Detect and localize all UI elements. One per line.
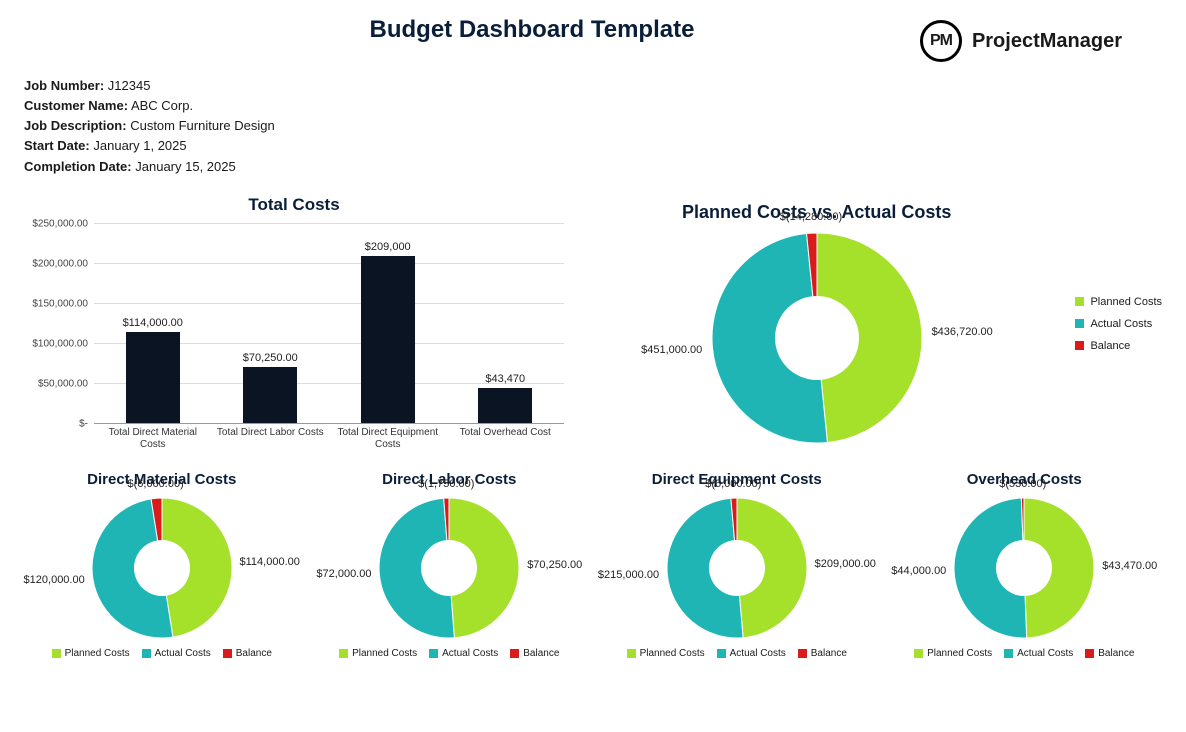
direct-material-legend: Planned Costs Actual Costs Balance — [24, 648, 300, 659]
job-meta: Job Number: J12345 Customer Name: ABC Co… — [24, 76, 1162, 177]
overhead-title: Overhead Costs — [887, 471, 1163, 488]
bar-1: $70,250.00 — [212, 352, 330, 423]
page-title: Budget Dashboard Template — [144, 16, 920, 44]
bar-3: $43,470 — [447, 373, 565, 423]
swatch-planned-icon — [1075, 297, 1084, 306]
legend-label-planned: Planned Costs — [1090, 296, 1162, 308]
customer-label: Customer Name: — [24, 98, 128, 113]
end-date: January 15, 2025 — [135, 159, 235, 174]
direct-labor-panel: Direct Labor Costs $70,250.00$72,000.00$… — [312, 471, 588, 659]
direct-equipment-donut: $209,000.00$215,000.00$(6,000.00) — [665, 496, 809, 640]
swatch-balance-icon — [1075, 341, 1084, 350]
bar-0: $114,000.00 — [94, 317, 212, 423]
total-costs-title: Total Costs — [24, 195, 564, 215]
direct-material-title: Direct Material Costs — [24, 471, 300, 488]
direct-equipment-legend: Planned Costs Actual Costs Balance — [599, 648, 875, 659]
direct-labor-legend: Planned Costs Actual Costs Balance — [312, 648, 588, 659]
legend-label-balance: Balance — [1090, 340, 1130, 352]
total-costs-panel: Total Costs $-$50,000.00$100,000.00$150,… — [24, 195, 564, 453]
job-number: J12345 — [108, 78, 151, 93]
overhead-legend: Planned Costs Actual Costs Balance — [887, 648, 1163, 659]
direct-equipment-title: Direct Equipment Costs — [599, 471, 875, 488]
swatch-actual-icon — [1075, 319, 1084, 328]
legend-item-planned: Planned Costs — [1075, 296, 1162, 308]
legend-item-balance: Balance — [1075, 340, 1162, 352]
header: Budget Dashboard Template PM ProjectMana… — [24, 16, 1162, 62]
brand-logo: PM ProjectManager — [920, 20, 1122, 62]
legend-item-actual: Actual Costs — [1075, 318, 1162, 330]
direct-material-panel: Direct Material Costs $114,000.00$120,00… — [24, 471, 300, 659]
brand-name: ProjectManager — [972, 30, 1122, 53]
job-desc-label: Job Description: — [24, 118, 127, 133]
job-number-label: Job Number: — [24, 78, 104, 93]
planned-vs-actual-donut: $436,720.00$451,000.00$(14,280.00) — [710, 231, 924, 445]
bar-2: $209,000 — [329, 241, 447, 423]
planned-vs-actual-title: Planned Costs vs. Actual Costs — [588, 202, 1045, 223]
customer-name: ABC Corp. — [131, 98, 193, 113]
direct-labor-donut: $70,250.00$72,000.00$(1,750.00) — [377, 496, 521, 640]
brand-mark-icon: PM — [920, 20, 962, 62]
end-date-label: Completion Date: — [24, 159, 132, 174]
total-costs-bar-chart: $-$50,000.00$100,000.00$150,000.00$200,0… — [94, 223, 564, 453]
direct-labor-title: Direct Labor Costs — [312, 471, 588, 488]
planned-vs-actual-panel: Planned Costs vs. Actual Costs $436,720.… — [588, 195, 1162, 453]
overhead-panel: Overhead Costs $43,470.00$44,000.00$(530… — [887, 471, 1163, 659]
direct-equipment-panel: Direct Equipment Costs $209,000.00$215,0… — [599, 471, 875, 659]
start-date-label: Start Date: — [24, 138, 90, 153]
job-desc: Custom Furniture Design — [130, 118, 275, 133]
start-date: January 1, 2025 — [93, 138, 186, 153]
legend-label-actual: Actual Costs — [1090, 318, 1152, 330]
overhead-donut: $43,470.00$44,000.00$(530.00) — [952, 496, 1096, 640]
planned-vs-actual-legend: Planned Costs Actual Costs Balance — [1075, 286, 1162, 362]
direct-material-donut: $114,000.00$120,000.00$(6,000.00) — [90, 496, 234, 640]
